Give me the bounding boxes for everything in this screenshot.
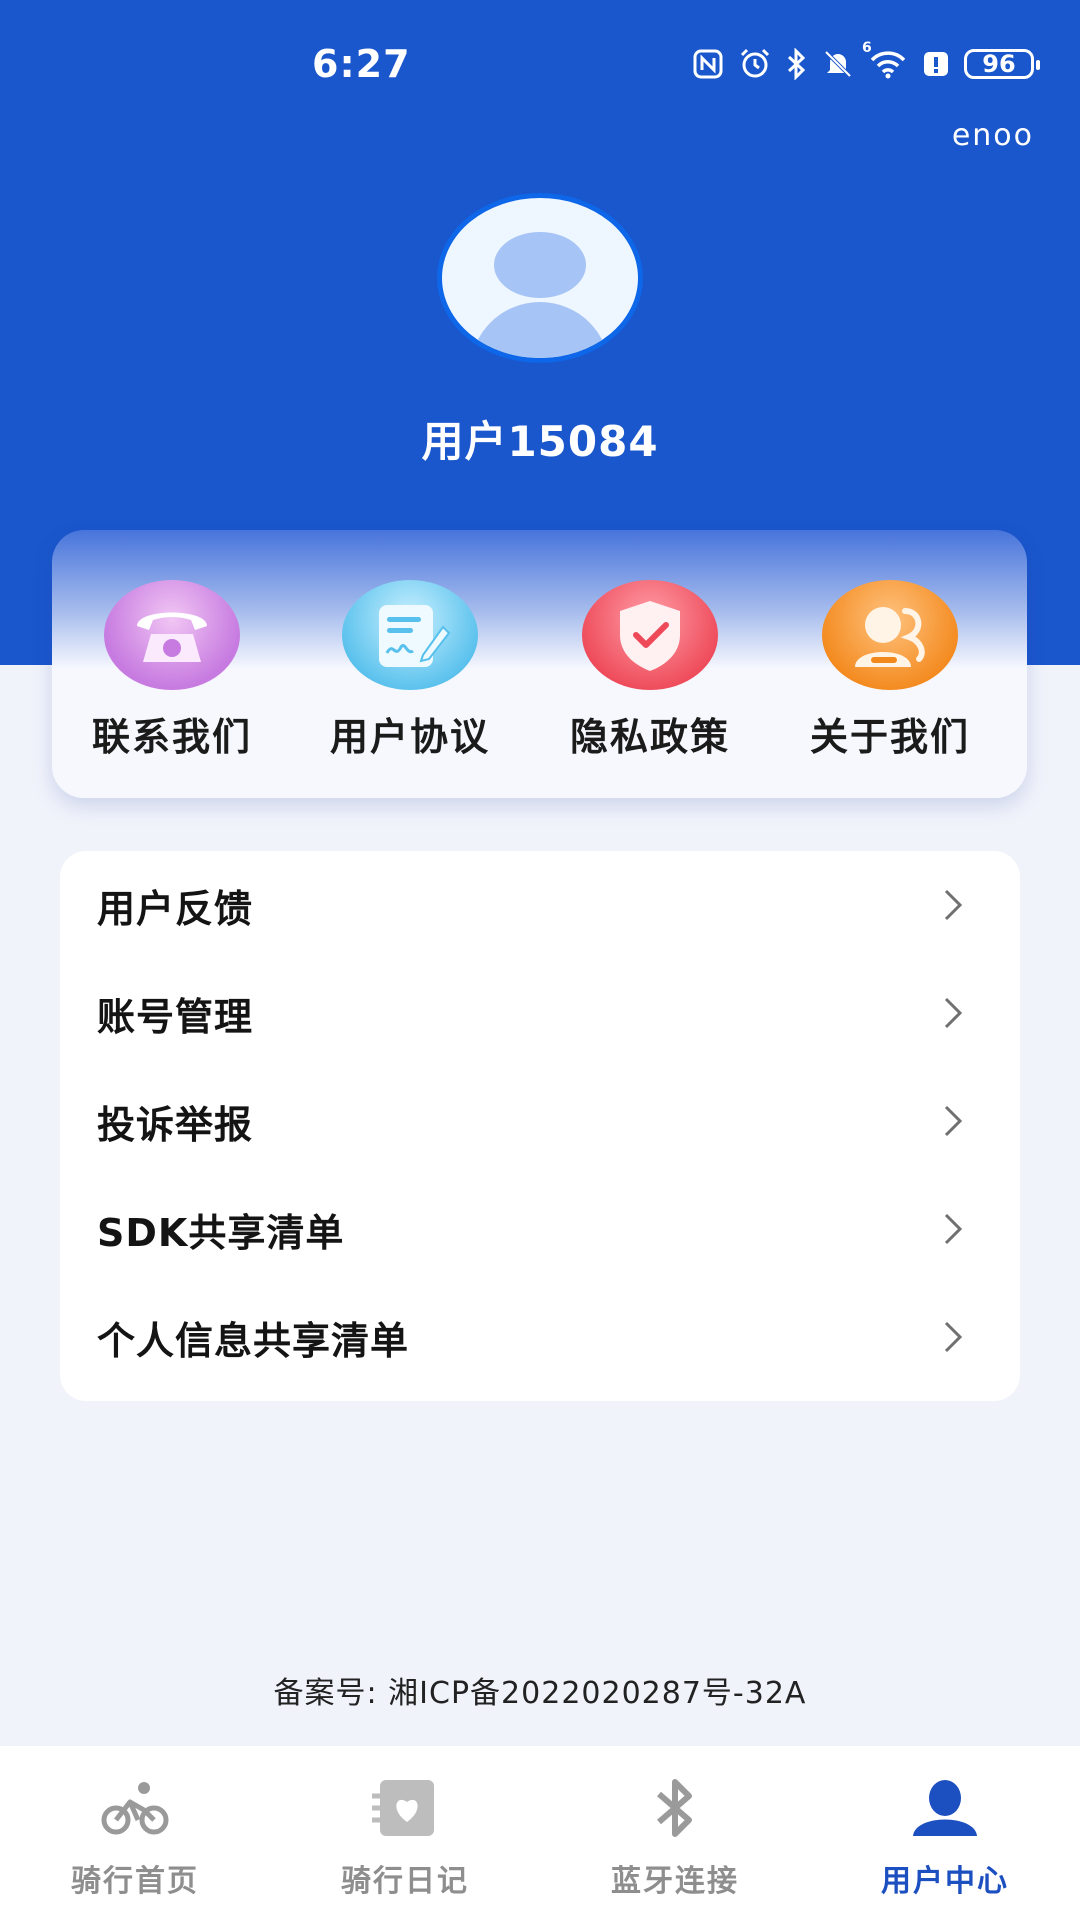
menu-item-sdk-sharing-list[interactable]: SDK共享清单 — [60, 1175, 1020, 1283]
nav-user-center[interactable]: 用户中心 — [810, 1776, 1080, 1900]
menu-item-account-management[interactable]: 账号管理 — [60, 959, 1020, 1067]
network-badge: 6 — [862, 40, 872, 56]
default-avatar-icon — [494, 232, 586, 298]
avatar[interactable] — [437, 193, 643, 363]
quick-action-about-us[interactable]: 关于我们 — [770, 580, 1010, 761]
menu-item-personal-info-sharing-list[interactable]: 个人信息共享清单 — [60, 1283, 1020, 1391]
bicycle-icon — [0, 1776, 270, 1840]
alert-icon — [922, 48, 950, 80]
status-time: 6:27 — [312, 42, 411, 86]
nfc-icon — [692, 48, 724, 80]
telephone-icon — [104, 580, 240, 690]
document-sign-icon — [342, 580, 478, 690]
wifi-icon: 6 — [862, 40, 908, 80]
username: 用户15084 — [421, 417, 659, 466]
chevron-right-icon — [944, 889, 963, 921]
quick-action-contact-us[interactable]: 联系我们 — [52, 580, 292, 761]
diary-heart-icon — [270, 1776, 540, 1840]
brand-label: enoo — [951, 118, 1034, 153]
shield-check-icon — [582, 580, 718, 690]
status-icons: 6 96 — [692, 40, 1040, 84]
chevron-right-icon — [944, 1213, 963, 1245]
alarm-icon — [738, 47, 772, 81]
menu-item-complaint-report[interactable]: 投诉举报 — [60, 1067, 1020, 1175]
quick-actions-card: 联系我们 用户协议 隐私政策 关于我们 — [52, 530, 1027, 798]
icp-record[interactable]: 备案号: 湘ICP备2022020287号-32A — [0, 1668, 1080, 1712]
battery-icon: 96 — [964, 49, 1040, 79]
chevron-right-icon — [944, 997, 963, 1029]
chevron-right-icon — [944, 1321, 963, 1353]
group-person-icon — [822, 580, 958, 690]
nav-ride-home[interactable]: 骑行首页 — [0, 1776, 270, 1900]
chevron-right-icon — [944, 1105, 963, 1137]
mute-icon — [822, 48, 854, 80]
bottom-nav: 骑行首页 骑行日记 蓝牙连接 用户中心 — [0, 1746, 1080, 1920]
nav-bluetooth-connect[interactable]: 蓝牙连接 — [540, 1776, 810, 1900]
bluetooth-icon — [540, 1776, 810, 1840]
user-icon — [810, 1776, 1080, 1840]
quick-action-user-agreement[interactable]: 用户协议 — [290, 580, 530, 761]
menu-item-user-feedback[interactable]: 用户反馈 — [60, 851, 1020, 959]
nav-ride-diary[interactable]: 骑行日记 — [270, 1776, 540, 1900]
quick-action-privacy-policy[interactable]: 隐私政策 — [530, 580, 770, 761]
status-bar: 6:27 6 96 — [0, 0, 1080, 130]
bluetooth-icon — [786, 48, 808, 80]
settings-menu: 用户反馈 账号管理 投诉举报 SDK共享清单 个人信息共享清单 — [60, 851, 1020, 1401]
